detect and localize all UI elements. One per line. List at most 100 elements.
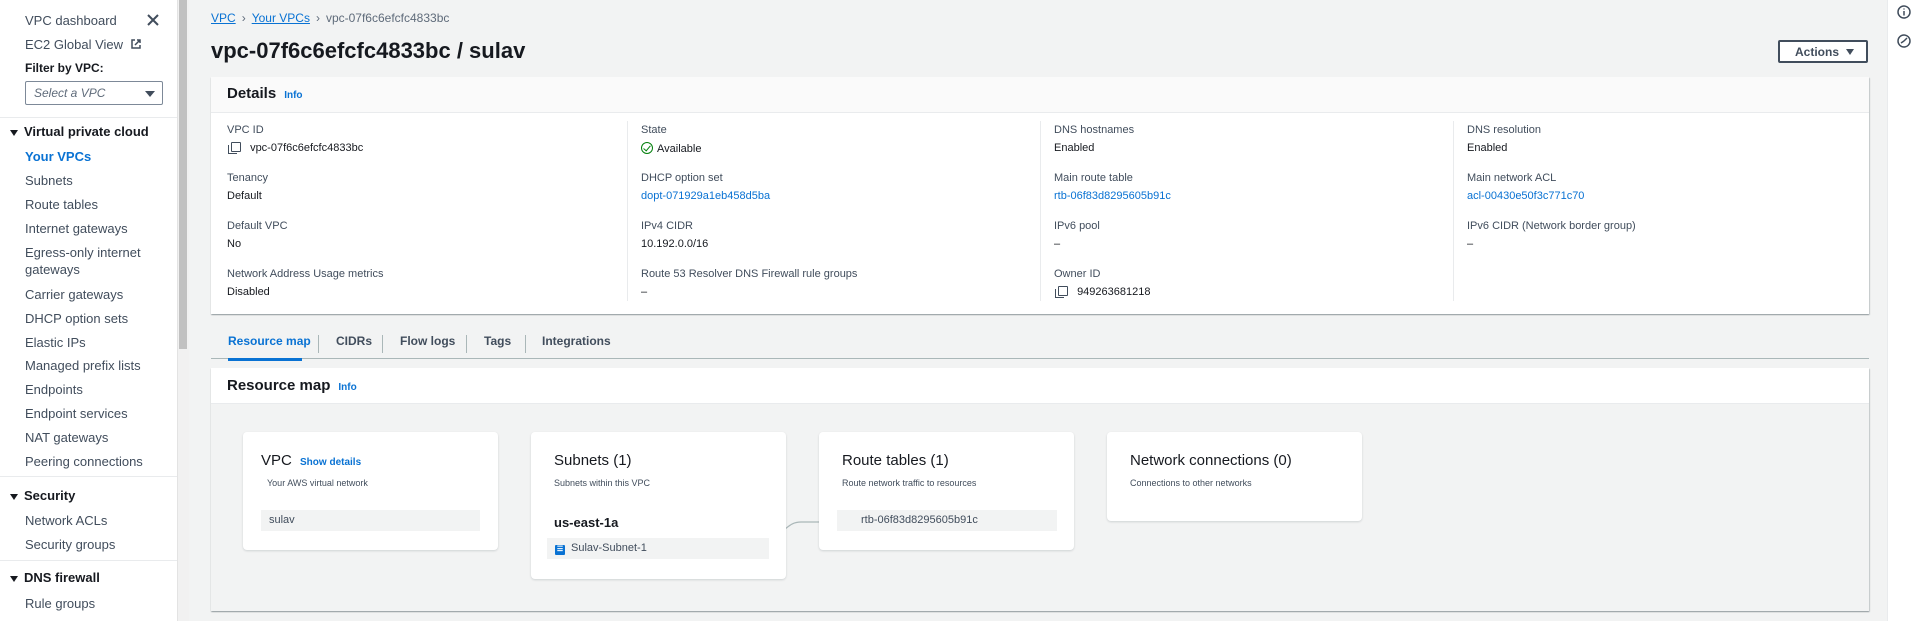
nav-item-peering-connections[interactable]: Peering connections: [25, 454, 143, 469]
vpc-id-value: vpc-07f6c6efcfc4833bc: [250, 142, 364, 154]
field-value: No: [227, 238, 242, 250]
field-ipv4-cidr: IPv4 CIDR 10.192.0.0/16: [641, 220, 708, 250]
nav-item-security-groups[interactable]: Security groups: [25, 537, 115, 552]
nav-section-security[interactable]: Security: [10, 488, 75, 503]
nav-item-your-vpcs[interactable]: Your VPCs: [25, 149, 91, 164]
success-icon: [641, 142, 653, 154]
tools-rail: [1887, 0, 1920, 621]
field-value: Enabled: [1467, 142, 1508, 154]
nav-item-nat-gateways[interactable]: NAT gateways: [25, 430, 108, 445]
network-connections-card: Network connections (0) Connections to o…: [1107, 432, 1362, 521]
field-owner-id: Owner ID 949263681218: [1054, 268, 1150, 298]
tab-label: Resource map: [228, 334, 311, 348]
breadcrumb: VPC › Your VPCs › vpc-07f6c6efcfc4833bc: [211, 11, 449, 25]
tab-integrations[interactable]: Integrations: [542, 326, 611, 359]
details-info-link[interactable]: Info: [284, 90, 302, 101]
field-label: DHCP option set: [641, 172, 723, 184]
close-icon[interactable]: [145, 12, 161, 28]
notifications-icon[interactable]: [1897, 34, 1911, 48]
network-connections-subtitle: Connections to other networks: [1130, 478, 1252, 488]
nav-divider: [0, 117, 177, 118]
details-title: Details: [227, 85, 277, 102]
nav-divider: [0, 476, 177, 477]
nav-item-dhcp-option-sets[interactable]: DHCP option sets: [25, 311, 128, 326]
show-details-link[interactable]: Show details: [300, 457, 361, 468]
field-dns-resolution: DNS resolution Enabled: [1467, 124, 1541, 154]
caret-down-icon: [10, 493, 18, 500]
actions-button-label: Actions: [1795, 45, 1840, 59]
nav-item-route-tables[interactable]: Route tables: [25, 197, 98, 212]
field-label: IPv4 CIDR: [641, 220, 693, 232]
tab-flow-logs[interactable]: Flow logs: [400, 326, 455, 359]
sidebar-scrollbar-thumb[interactable]: [179, 0, 187, 349]
subnet-chip-label: Sulav-Subnet-1: [571, 542, 647, 554]
main-route-table-link[interactable]: rtb-06f83d8295605b91c: [1054, 190, 1171, 202]
nav-ec2-global-view-label: EC2 Global View: [25, 37, 124, 52]
nav-section-virtual-private-cloud[interactable]: Virtual private cloud: [10, 124, 149, 139]
tab-divider: [318, 335, 319, 353]
nav-section-label: Virtual private cloud: [24, 124, 149, 139]
external-link-icon: [130, 39, 141, 49]
nav-item-subnets[interactable]: Subnets: [25, 173, 73, 188]
nav-divider: [0, 560, 177, 561]
nav-section-dns-firewall[interactable]: DNS firewall: [10, 570, 100, 585]
field-label: VPC ID: [227, 124, 264, 136]
field-label: IPv6 CIDR (Network border group): [1467, 220, 1636, 232]
field-value: –: [641, 286, 648, 298]
field-value: Disabled: [227, 286, 270, 298]
resource-map-panel: Resource map Info VPC Show details Your A…: [211, 368, 1869, 611]
field-default-vpc: Default VPC No: [227, 220, 288, 250]
owner-id-value: 949263681218: [1077, 286, 1151, 298]
info-icon[interactable]: [1897, 5, 1911, 19]
vpc-filter-select[interactable]: Select a VPC: [25, 81, 163, 105]
field-label: Main network ACL: [1467, 172, 1557, 184]
nav-item-managed-prefix-lists[interactable]: Managed prefix lists: [25, 358, 141, 373]
field-label: Owner ID: [1054, 268, 1101, 280]
subnet-chip[interactable]: ☰ Sulav-Subnet-1: [547, 538, 769, 559]
tab-cidrs[interactable]: CIDRs: [336, 326, 372, 359]
tab-tags[interactable]: Tags: [484, 326, 511, 359]
subnet-icon: ☰: [555, 545, 565, 555]
nav-item-elastic-ips[interactable]: Elastic IPs: [25, 335, 86, 350]
field-label: Main route table: [1054, 172, 1133, 184]
column-divider: [1040, 121, 1041, 301]
route-table-chip[interactable]: rtb-06f83d8295605b91c: [837, 510, 1057, 531]
field-value: 949263681218: [1054, 286, 1150, 298]
main-network-acl-link[interactable]: acl-00430e50f3c771c70: [1467, 190, 1584, 202]
field-label: Default VPC: [227, 220, 288, 232]
caret-down-icon: [1846, 49, 1854, 55]
breadcrumb-vpc[interactable]: VPC: [211, 11, 236, 25]
nav-item-network-acls[interactable]: Network ACLs: [25, 513, 107, 528]
nav-item-endpoints[interactable]: Endpoints: [25, 382, 83, 397]
field-vpc-id: VPC ID vpc-07f6c6efcfc4833bc: [227, 124, 363, 154]
field-value: Enabled: [1054, 142, 1095, 154]
field-label: Route 53 Resolver DNS Firewall rule grou…: [641, 268, 858, 280]
vpc-chip[interactable]: sulav: [261, 510, 480, 531]
field-dns-hostnames: DNS hostnames Enabled: [1054, 124, 1134, 154]
nav-item-endpoint-services[interactable]: Endpoint services: [25, 406, 128, 421]
field-label: State: [641, 124, 667, 136]
nav-vpc-dashboard[interactable]: VPC dashboard: [25, 13, 117, 28]
tab-divider: [382, 335, 383, 353]
nav-section-label: DNS firewall: [24, 570, 100, 585]
caret-down-icon: [10, 575, 18, 582]
nav-ec2-global-view[interactable]: EC2 Global View: [25, 37, 142, 52]
copy-icon[interactable]: [228, 142, 241, 154]
nav-item-egress-only-gateways[interactable]: Egress-only internet: [25, 245, 141, 260]
nav-item-egress-only-gateways-line2[interactable]: gateways: [25, 262, 80, 277]
field-route53: Route 53 Resolver DNS Firewall rule grou…: [641, 268, 857, 298]
tab-resource-map[interactable]: Resource map: [228, 326, 311, 361]
actions-button[interactable]: Actions: [1778, 40, 1868, 63]
tab-divider: [525, 335, 526, 353]
field-value: –: [1467, 238, 1474, 250]
copy-icon[interactable]: [1055, 286, 1068, 298]
subnets-card-subtitle: Subnets within this VPC: [554, 478, 651, 488]
nav-item-internet-gateways[interactable]: Internet gateways: [25, 221, 128, 236]
nav-item-rule-groups[interactable]: Rule groups: [25, 596, 95, 611]
nav-item-carrier-gateways[interactable]: Carrier gateways: [25, 287, 123, 302]
nav-section-label: Security: [24, 488, 76, 503]
details-heading: Details Info: [227, 85, 303, 102]
dhcp-option-set-link[interactable]: dopt-071929a1eb458d5ba: [641, 190, 770, 202]
page-title: vpc-07f6c6efcfc4833bc / sulav: [211, 38, 526, 63]
breadcrumb-your-vpcs[interactable]: Your VPCs: [252, 11, 310, 25]
